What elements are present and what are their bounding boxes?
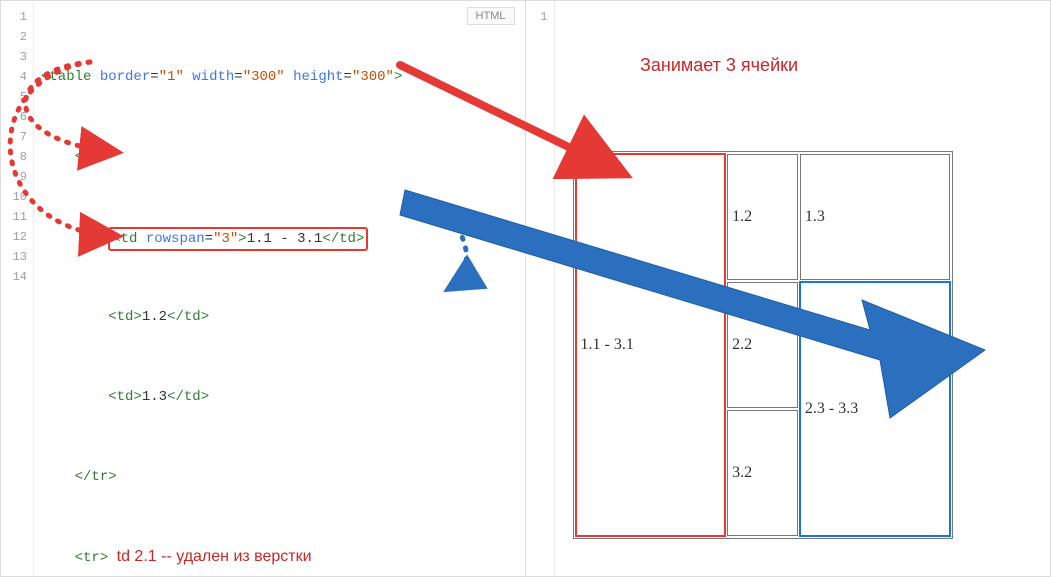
line-number: 7 — [1, 127, 33, 147]
code-line: <td rowspan="3">1.1 - 3.1</td> — [41, 227, 517, 247]
render-area: 1.1 - 3.1 1.2 1.3 2.2 2.3 - 3.3 3.2 — [554, 1, 1051, 576]
code-line: <td>1.2</td> — [41, 307, 517, 327]
cell-2-3-rowspan2: 2.3 - 3.3 — [800, 282, 950, 536]
table-row: 1.1 - 3.1 1.2 1.3 — [576, 154, 950, 280]
code-area[interactable]: <table border="1" width="300" height="30… — [33, 1, 525, 576]
line-number: 9 — [1, 167, 33, 187]
highlight-rowspan-3: <td rowspan="3">1.1 - 3.1</td> — [108, 227, 368, 251]
line-number: 1 — [526, 7, 554, 27]
annotation-occupies-3-cells: Занимает 3 ячейки — [640, 55, 798, 76]
cell-1-1-rowspan3: 1.1 - 3.1 — [576, 154, 726, 536]
line-number: 11 — [1, 207, 33, 227]
line-number: 12 — [1, 227, 33, 247]
line-number: 14 — [1, 267, 33, 287]
line-number: 3 — [1, 47, 33, 67]
code-pane: HTML 1 2 3 4 5 6 7 8 9 10 11 12 13 14 <t… — [0, 0, 526, 577]
line-number: 4 — [1, 67, 33, 87]
line-number: 13 — [1, 247, 33, 267]
line-number: 2 — [1, 27, 33, 47]
output-pane: 1 1.1 - 3.1 1.2 1.3 2.2 2.3 - 3.3 3.2 — [526, 0, 1051, 577]
line-number: 5 — [1, 87, 33, 107]
code-line: <td>1.3</td> — [41, 387, 517, 407]
line-number: 1 — [1, 7, 33, 27]
line-number-gutter: 1 2 3 4 5 6 7 8 9 10 11 12 13 14 — [1, 1, 34, 576]
code-line: <tr> td 2.1 -- удален из верстки — [41, 547, 517, 567]
code-line: <table border="1" width="300" height="30… — [41, 67, 517, 87]
output-line-number-gutter: 1 — [526, 1, 555, 576]
cell-2-2: 2.2 — [727, 282, 798, 408]
annotation-deleted-21: td 2.1 -- удален из верстки — [117, 548, 312, 565]
line-number: 6 — [1, 107, 33, 127]
code-line: </tr> — [41, 467, 517, 487]
line-number: 10 — [1, 187, 33, 207]
split-view: HTML 1 2 3 4 5 6 7 8 9 10 11 12 13 14 <t… — [0, 0, 1051, 577]
cell-1-2: 1.2 — [727, 154, 798, 280]
line-number: 8 — [1, 147, 33, 167]
rendered-table: 1.1 - 3.1 1.2 1.3 2.2 2.3 - 3.3 3.2 — [573, 151, 953, 539]
cell-1-3: 1.3 — [800, 154, 950, 280]
code-line: <tr> — [41, 147, 517, 167]
cell-3-2: 3.2 — [727, 410, 798, 536]
